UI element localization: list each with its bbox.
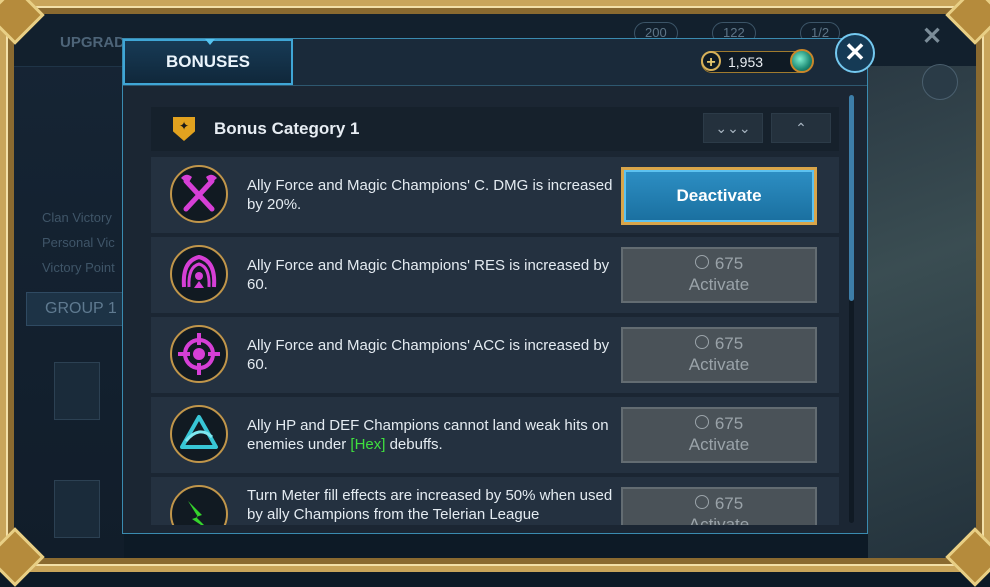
close-button[interactable]: ✕: [835, 33, 875, 73]
currency-value: 1,953: [728, 54, 764, 70]
chevrons-down-icon: ⌄⌄⌄: [715, 120, 751, 136]
lightning-icon: [170, 485, 228, 525]
activate-cost: 675: [623, 494, 815, 514]
bonus-row: Turn Meter fill effects are increased by…: [151, 477, 839, 525]
modal-header: BONUSES + 1,953: [123, 39, 867, 86]
expand-all-button[interactable]: ⌄⌄⌄: [703, 113, 763, 143]
bonus-description: Ally Force and Magic Champions' RES is i…: [247, 257, 610, 293]
triangle-swirl-icon: [170, 405, 228, 463]
bonus-row: Ally Force and Magic Champions' C. DMG i…: [151, 157, 839, 233]
hex-keyword[interactable]: [Hex]: [350, 436, 385, 453]
activate-label: Activate: [688, 515, 750, 525]
add-currency-button[interactable]: +: [701, 51, 721, 71]
currency-display: + 1,953: [701, 49, 814, 73]
activate-cost: 675: [623, 334, 815, 354]
activate-button[interactable]: 675 Activate: [621, 487, 817, 525]
activate-button[interactable]: 675 Activate: [621, 247, 817, 303]
coin-icon: [694, 495, 709, 509]
category-star-icon: ✦: [178, 119, 190, 133]
coin-icon: [694, 255, 709, 269]
coin-icon: [694, 415, 709, 429]
activate-button[interactable]: 675 Activate: [621, 407, 817, 463]
crosshair-icon: [170, 325, 228, 383]
bonus-list[interactable]: ✦ Bonus Category 1 ⌄⌄⌄ ⌃ Ally Force and …: [151, 107, 841, 525]
bonus-category-header: ✦ Bonus Category 1 ⌄⌄⌄ ⌃: [151, 107, 839, 151]
activate-cost: 675: [623, 414, 815, 434]
bonus-row: Ally HP and DEF Champions cannot land we…: [151, 397, 839, 473]
tab-bonuses-label: BONUSES: [165, 52, 251, 71]
gem-icon: [790, 49, 814, 73]
bonuses-modal: BONUSES + 1,953 ✕ ✦ Bonus Category 1 ⌄⌄⌄…: [122, 33, 875, 534]
activate-button[interactable]: 675 Activate: [621, 327, 817, 383]
crossed-axes-icon: [170, 165, 228, 223]
collapse-button[interactable]: ⌃: [771, 113, 831, 143]
bonus-description: Ally Force and Magic Champions' ACC is i…: [247, 337, 610, 373]
coin-icon: [694, 335, 709, 349]
deactivate-button[interactable]: Deactivate: [621, 167, 817, 225]
activate-cost: 675: [623, 254, 815, 274]
tab-indicator-icon: [205, 39, 215, 45]
scrollbar[interactable]: [849, 95, 854, 523]
chevron-up-icon: ⌃: [795, 120, 807, 136]
bonus-description: Ally Force and Magic Champions' C. DMG i…: [247, 177, 613, 213]
activate-label: Activate: [688, 355, 750, 374]
activate-label: Activate: [688, 275, 750, 294]
close-icon: ✕: [844, 37, 866, 67]
bonus-row: Ally Force and Magic Champions' ACC is i…: [151, 317, 839, 393]
tab-bonuses[interactable]: BONUSES: [123, 39, 293, 85]
bonus-description: Turn Meter fill effects are increased by…: [247, 487, 613, 523]
bonus-description: Ally HP and DEF Champions cannot land we…: [247, 417, 609, 453]
shield-figure-icon: [170, 245, 228, 303]
category-title: Bonus Category 1: [214, 119, 360, 138]
scrollbar-thumb[interactable]: [849, 95, 854, 301]
bonus-row: Ally Force and Magic Champions' RES is i…: [151, 237, 839, 313]
activate-label: Activate: [688, 435, 750, 454]
